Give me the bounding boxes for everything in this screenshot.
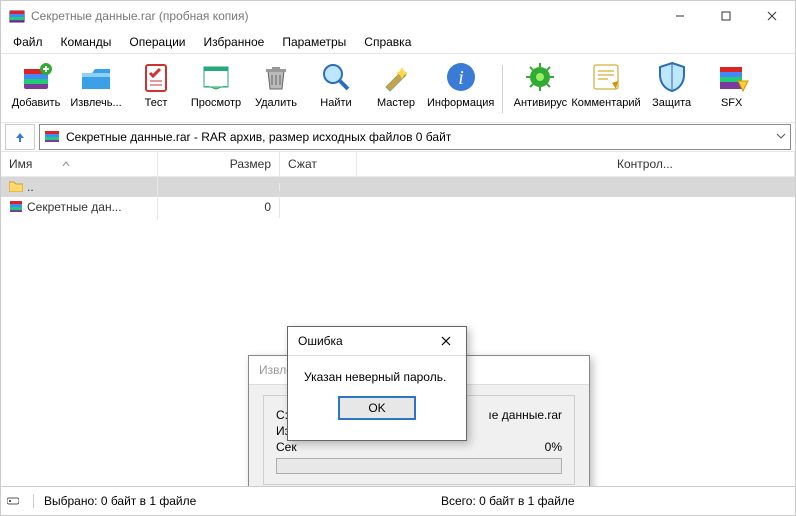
toolbar-av-button[interactable]: Антивирус [511,57,569,121]
col-name[interactable]: Имя [1,152,158,176]
extract-icon [78,59,114,95]
toolbar-label: Комментарий [571,97,640,109]
toolbar-test-button[interactable]: Тест [127,57,185,121]
error-title: Ошибка [288,327,466,356]
delete-icon [258,59,294,95]
status-icon [7,494,19,508]
status-bar: Выбрано: 0 байт в 1 файле Всего: 0 байт … [1,486,795,515]
view-icon [198,59,234,95]
toolbar-label: Защита [652,97,691,109]
menu-справка[interactable]: Справка [356,33,419,51]
list-item[interactable]: Секретные дан... 0 [1,197,795,217]
toolbar-wizard-button[interactable]: Мастер [367,57,425,121]
toolbar-label: Просмотр [191,97,241,109]
file-list: ..Секретные дан...0 Извле C:\Uıе данные.… [1,177,795,497]
toolbar-info-button[interactable]: i Информация [427,57,494,121]
find-icon [318,59,354,95]
titlebar: Секретные данные.rar (пробная копия) [1,1,795,31]
toolbar-label: SFX [721,97,742,109]
toolbar-separator [502,65,503,113]
error-dialog: Ошибка Указан неверный пароль. OK [287,326,467,441]
menubar: ФайлКомандыОперацииИзбранноеПараметрыСпр… [1,31,795,53]
toolbar-comment-button[interactable]: Комментарий [571,57,640,121]
toolbar-label: Антивирус [514,97,567,109]
error-message: Указан неверный пароль. [304,370,450,384]
close-button[interactable] [749,1,795,31]
progress-bar-file [276,458,562,474]
error-close-button[interactable] [432,331,460,351]
archive-icon [44,128,60,147]
item-name: .. [27,180,34,194]
toolbar-sfx-button[interactable]: SFX [703,57,761,121]
menu-файл[interactable]: Файл [5,33,51,51]
toolbar-delete-button[interactable]: Удалить [247,57,305,121]
folder-icon [9,180,23,195]
toolbar-label: Удалить [255,97,297,109]
toolbar-label: Мастер [377,97,415,109]
minimize-button[interactable] [657,1,703,31]
window-title: Секретные данные.rar (пробная копия) [31,9,657,23]
rar-icon [9,199,23,216]
toolbar-label: Извлечь... [70,97,121,109]
av-icon [522,59,558,95]
toolbar-protect-button[interactable]: Защита [643,57,701,121]
item-size: 0 [158,196,280,218]
address-bar: Секретные данные.rar - RAR архив, размер… [1,123,795,152]
toolbar-label: Найти [320,97,351,109]
toolbar-find-button[interactable]: Найти [307,57,365,121]
status-selected: Выбрано: 0 байт в 1 файле [33,494,196,508]
chevron-down-icon [776,130,786,144]
menu-избранное[interactable]: Избранное [196,33,273,51]
maximize-button[interactable] [703,1,749,31]
winrar-window: Секретные данные.rar (пробная копия) Фай… [0,0,796,516]
app-icon [9,8,25,24]
info-icon: i [443,59,479,95]
comment-icon [588,59,624,95]
address-combo[interactable]: Секретные данные.rar - RAR архив, размер… [39,124,791,150]
toolbar-view-button[interactable]: Просмотр [187,57,245,121]
toolbar-label: Тест [145,97,168,109]
up-button[interactable] [5,124,35,150]
col-size[interactable]: Размер [158,152,280,176]
toolbar-add-button[interactable]: Добавить [7,57,65,121]
item-name: Секретные дан... [27,200,122,214]
error-ok-button[interactable]: OK [338,396,416,420]
col-control[interactable]: Контрол... [357,152,795,176]
svg-text:i: i [458,67,464,89]
menu-команды[interactable]: Команды [53,33,120,51]
address-text: Секретные данные.rar - RAR архив, размер… [66,130,451,144]
col-packed[interactable]: Сжат [280,152,357,176]
item-size [158,183,280,191]
sfx-icon [714,59,750,95]
list-header: Имя Размер Сжат Контрол... [1,152,795,177]
status-total: Всего: 0 байт в 1 файле [441,494,575,508]
toolbar-extract-button[interactable]: Извлечь... [67,57,125,121]
protect-icon [654,59,690,95]
toolbar-label: Информация [427,97,494,109]
window-controls [657,1,795,31]
toolbar-label: Добавить [12,97,61,109]
test-icon [138,59,174,95]
toolbar: Добавить Извлечь... Тест Просмотр Удалить Най… [1,53,795,123]
add-icon [18,59,54,95]
menu-операции[interactable]: Операции [121,33,193,51]
menu-параметры[interactable]: Параметры [274,33,354,51]
wizard-icon [378,59,414,95]
